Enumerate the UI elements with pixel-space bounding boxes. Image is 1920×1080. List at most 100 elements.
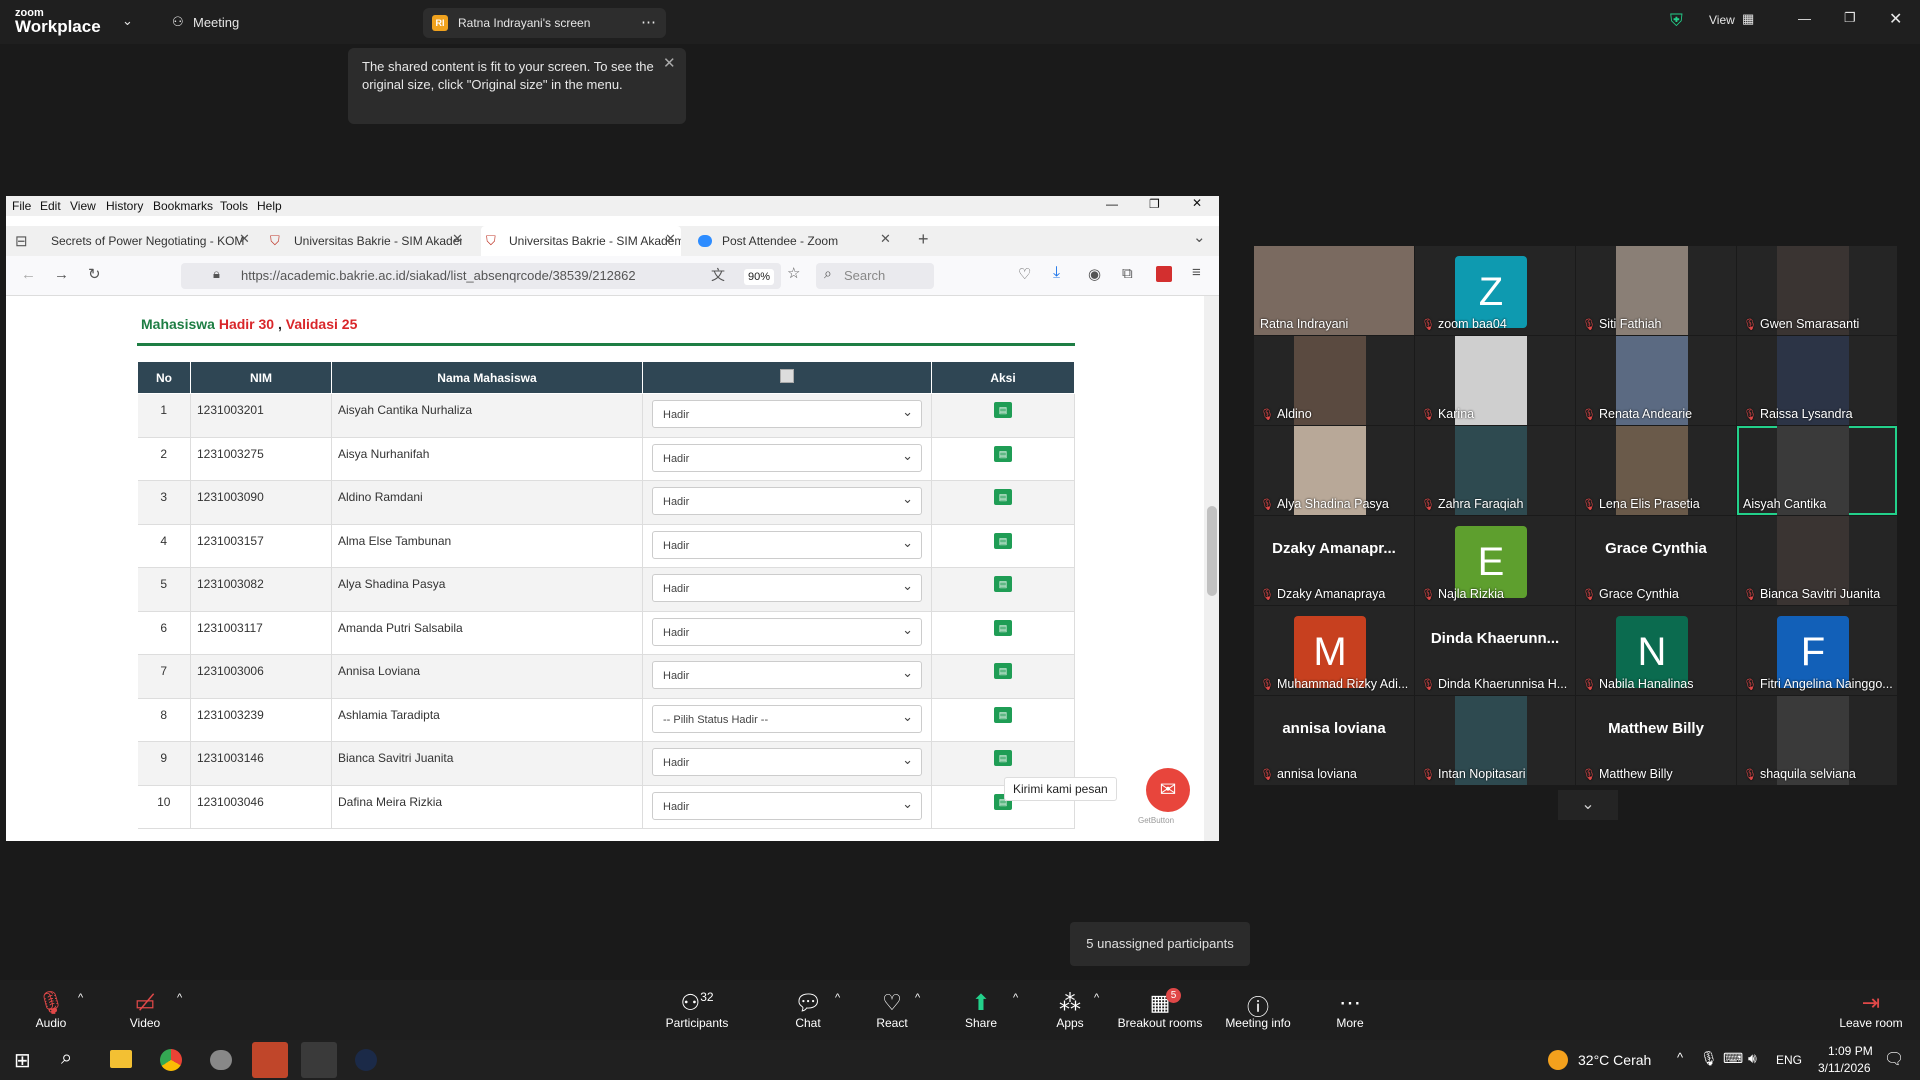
participant-tile[interactable]: 🎙︎ Lena Elis Prasetia [1576, 426, 1736, 515]
participant-tile[interactable]: Dinda Khaerunn... 🎙︎ Dinda Khaerunnisa H..… [1415, 606, 1575, 695]
url-bar[interactable]: https://academic.bakrie.ac.id/siakad/lis… [181, 263, 781, 289]
menu-view[interactable]: View [70, 199, 96, 213]
close-tab-icon[interactable]: ✕ [880, 231, 891, 247]
menu-help[interactable]: Help [257, 199, 282, 213]
more-options-icon[interactable]: ⋯ [641, 13, 656, 31]
participant-tile[interactable]: Aisyah Cantika [1737, 426, 1897, 515]
volume-icon[interactable]: 🔊︎ [1748, 1050, 1757, 1067]
reload-icon[interactable]: ↻ [88, 265, 101, 283]
participant-tile[interactable]: 🎙︎ Siti Fathiah [1576, 246, 1736, 335]
pocket-icon[interactable]: ♡ [1018, 265, 1031, 283]
react-button[interactable]: ♡ React [872, 980, 912, 1040]
chevron-up-icon[interactable]: ^ [1013, 992, 1018, 1004]
view-button[interactable]: View [1709, 13, 1735, 27]
participant-tile[interactable]: Ratna Indrayani [1254, 246, 1414, 335]
participant-tile[interactable]: M 🎙︎ Muhammad Rizky Adi... [1254, 606, 1414, 695]
participant-tile[interactable]: Dzaky Amanapr... 🎙︎ Dzaky Amanapraya [1254, 516, 1414, 605]
status-select[interactable]: Hadir [652, 572, 922, 602]
shared-screen-tab[interactable]: RI Ratna Indrayani's screen ⋯ [423, 8, 666, 38]
browser-tab[interactable]: Secrets of Power Negotiating - KOM [51, 226, 251, 256]
minimize-icon[interactable]: — [1798, 11, 1811, 26]
browser-tab-active[interactable]: Universitas Bakrie - SIM Akadem [481, 226, 681, 256]
status-select[interactable]: Hadir [652, 529, 922, 559]
chevron-down-icon[interactable]: ⌄ [1558, 790, 1618, 820]
close-icon[interactable]: ✕ [1889, 9, 1902, 29]
chevron-up-icon[interactable]: ^ [835, 992, 840, 1004]
status-select[interactable]: Hadir [652, 746, 922, 776]
app-icon[interactable] [355, 1049, 377, 1071]
share-button[interactable]: ⬆ Share [960, 980, 1002, 1040]
participant-tile[interactable]: Z 🎙︎ zoom baa04 [1415, 246, 1575, 335]
participant-tile[interactable]: F 🎙︎ Fitri Angelina Nainggo... [1737, 606, 1897, 695]
save-icon[interactable]: ▤ [994, 619, 1012, 636]
notification-icon[interactable]: 🗨︎ [1884, 1049, 1904, 1069]
restore-icon[interactable]: ❐ [1844, 10, 1856, 26]
status-select[interactable]: Hadir [652, 485, 922, 515]
language-indicator[interactable]: ENG [1776, 1053, 1802, 1067]
participant-tile[interactable]: 🎙︎ Raissa Lysandra [1737, 336, 1897, 425]
save-icon[interactable]: ▤ [994, 489, 1012, 505]
search-icon[interactable]: ⌕ [61, 1047, 72, 1070]
back-icon[interactable]: ← [21, 266, 36, 283]
save-icon[interactable]: ▤ [994, 663, 1012, 679]
chevron-down-icon[interactable]: ⌄ [1193, 228, 1206, 246]
chevron-up-icon[interactable]: ^ [1677, 1050, 1683, 1065]
extensions-icon[interactable]: ⧉ [1122, 265, 1133, 282]
more-button[interactable]: ⋯ More [1333, 980, 1367, 1040]
weather-text[interactable]: 32°C Cerah [1578, 1052, 1651, 1068]
save-icon[interactable]: ▤ [994, 445, 1012, 462]
browser-tab[interactable]: Post Attendee - Zoom [696, 226, 876, 256]
close-icon[interactable]: ✕ [663, 54, 676, 72]
minimize-icon[interactable]: — [1106, 197, 1118, 211]
close-tab-icon[interactable]: ✕ [239, 231, 250, 247]
menu-file[interactable]: File [12, 199, 31, 213]
participant-tile[interactable]: 🎙︎ Gwen Smarasanti [1737, 246, 1897, 335]
shield-icon[interactable]: ⛨ [1670, 11, 1683, 31]
participant-tile[interactable]: 🎙︎ Karina [1415, 336, 1575, 425]
meeting-info-button[interactable]: ⓘ Meeting info [1222, 980, 1294, 1040]
forward-icon[interactable]: → [54, 266, 69, 283]
file-explorer-icon[interactable] [110, 1050, 132, 1068]
translate-icon[interactable]: 文 [711, 265, 725, 285]
tab-list-icon[interactable]: ⊟ [15, 232, 28, 250]
chevron-up-icon[interactable]: ^ [915, 992, 920, 1004]
new-tab-icon[interactable]: + [918, 229, 929, 250]
download-icon[interactable]: ⤓ [1053, 264, 1060, 282]
participant-tile[interactable]: N 🎙︎ Nabila Hanalinas [1576, 606, 1736, 695]
status-select[interactable]: -- Pilih Status Hadir -- [652, 703, 922, 733]
participant-tile[interactable]: annisa loviana 🎙︎ annisa loviana [1254, 696, 1414, 785]
restore-icon[interactable]: ❐ [1149, 197, 1160, 211]
status-select[interactable]: Hadir [652, 442, 922, 472]
mic-icon[interactable]: 🎙︎ [1700, 1050, 1718, 1067]
network-icon[interactable]: ⌨ [1723, 1050, 1743, 1067]
chrome-icon[interactable] [160, 1049, 182, 1071]
browser-tab[interactable]: Universitas Bakrie - SIM Akadem [270, 226, 462, 256]
status-select[interactable]: Hadir [652, 659, 922, 689]
participant-tile[interactable]: 🎙︎ Intan Nopitasari [1415, 696, 1575, 785]
close-icon[interactable]: ✕ [1192, 196, 1202, 210]
chrome-active-icon[interactable] [301, 1042, 337, 1078]
menu-icon[interactable]: ≡ [1192, 264, 1201, 281]
participant-tile[interactable]: Grace Cynthia 🎙︎ Grace Cynthia [1576, 516, 1736, 605]
video-button[interactable]: ▭̸ Video [122, 980, 168, 1040]
scrollbar-thumb[interactable] [1207, 506, 1217, 596]
participant-tile[interactable]: E 🎙︎ Najla Rizkia [1415, 516, 1575, 605]
menu-history[interactable]: History [106, 199, 143, 213]
windows-start-icon[interactable]: ⊞ [14, 1048, 31, 1073]
star-icon[interactable]: ☆ [787, 264, 800, 282]
chevron-up-icon[interactable]: ^ [177, 992, 182, 1004]
meeting-label[interactable]: Meeting [193, 15, 239, 30]
status-select[interactable]: Hadir [652, 398, 922, 428]
clock-time[interactable]: 1:09 PM [1828, 1044, 1873, 1058]
menu-edit[interactable]: Edit [40, 199, 61, 213]
zoom-taskbar-icon[interactable] [252, 1042, 288, 1078]
breakout-rooms-button[interactable]: ▦ Breakout rooms [1116, 980, 1204, 1040]
menu-bookmarks[interactable]: Bookmarks [153, 199, 213, 213]
participant-tile[interactable]: 🎙︎ Bianca Savitri Juanita [1737, 516, 1897, 605]
participant-tile[interactable]: 🎙︎ Aldino [1254, 336, 1414, 425]
save-icon[interactable]: ▤ [994, 532, 1012, 549]
status-select[interactable]: Hadir [652, 616, 922, 646]
clock-date[interactable]: 3/11/2026 [1818, 1061, 1871, 1075]
chat-icon[interactable]: ✉ [1146, 768, 1190, 812]
participant-tile[interactable]: Matthew Billy 🎙︎ Matthew Billy [1576, 696, 1736, 785]
